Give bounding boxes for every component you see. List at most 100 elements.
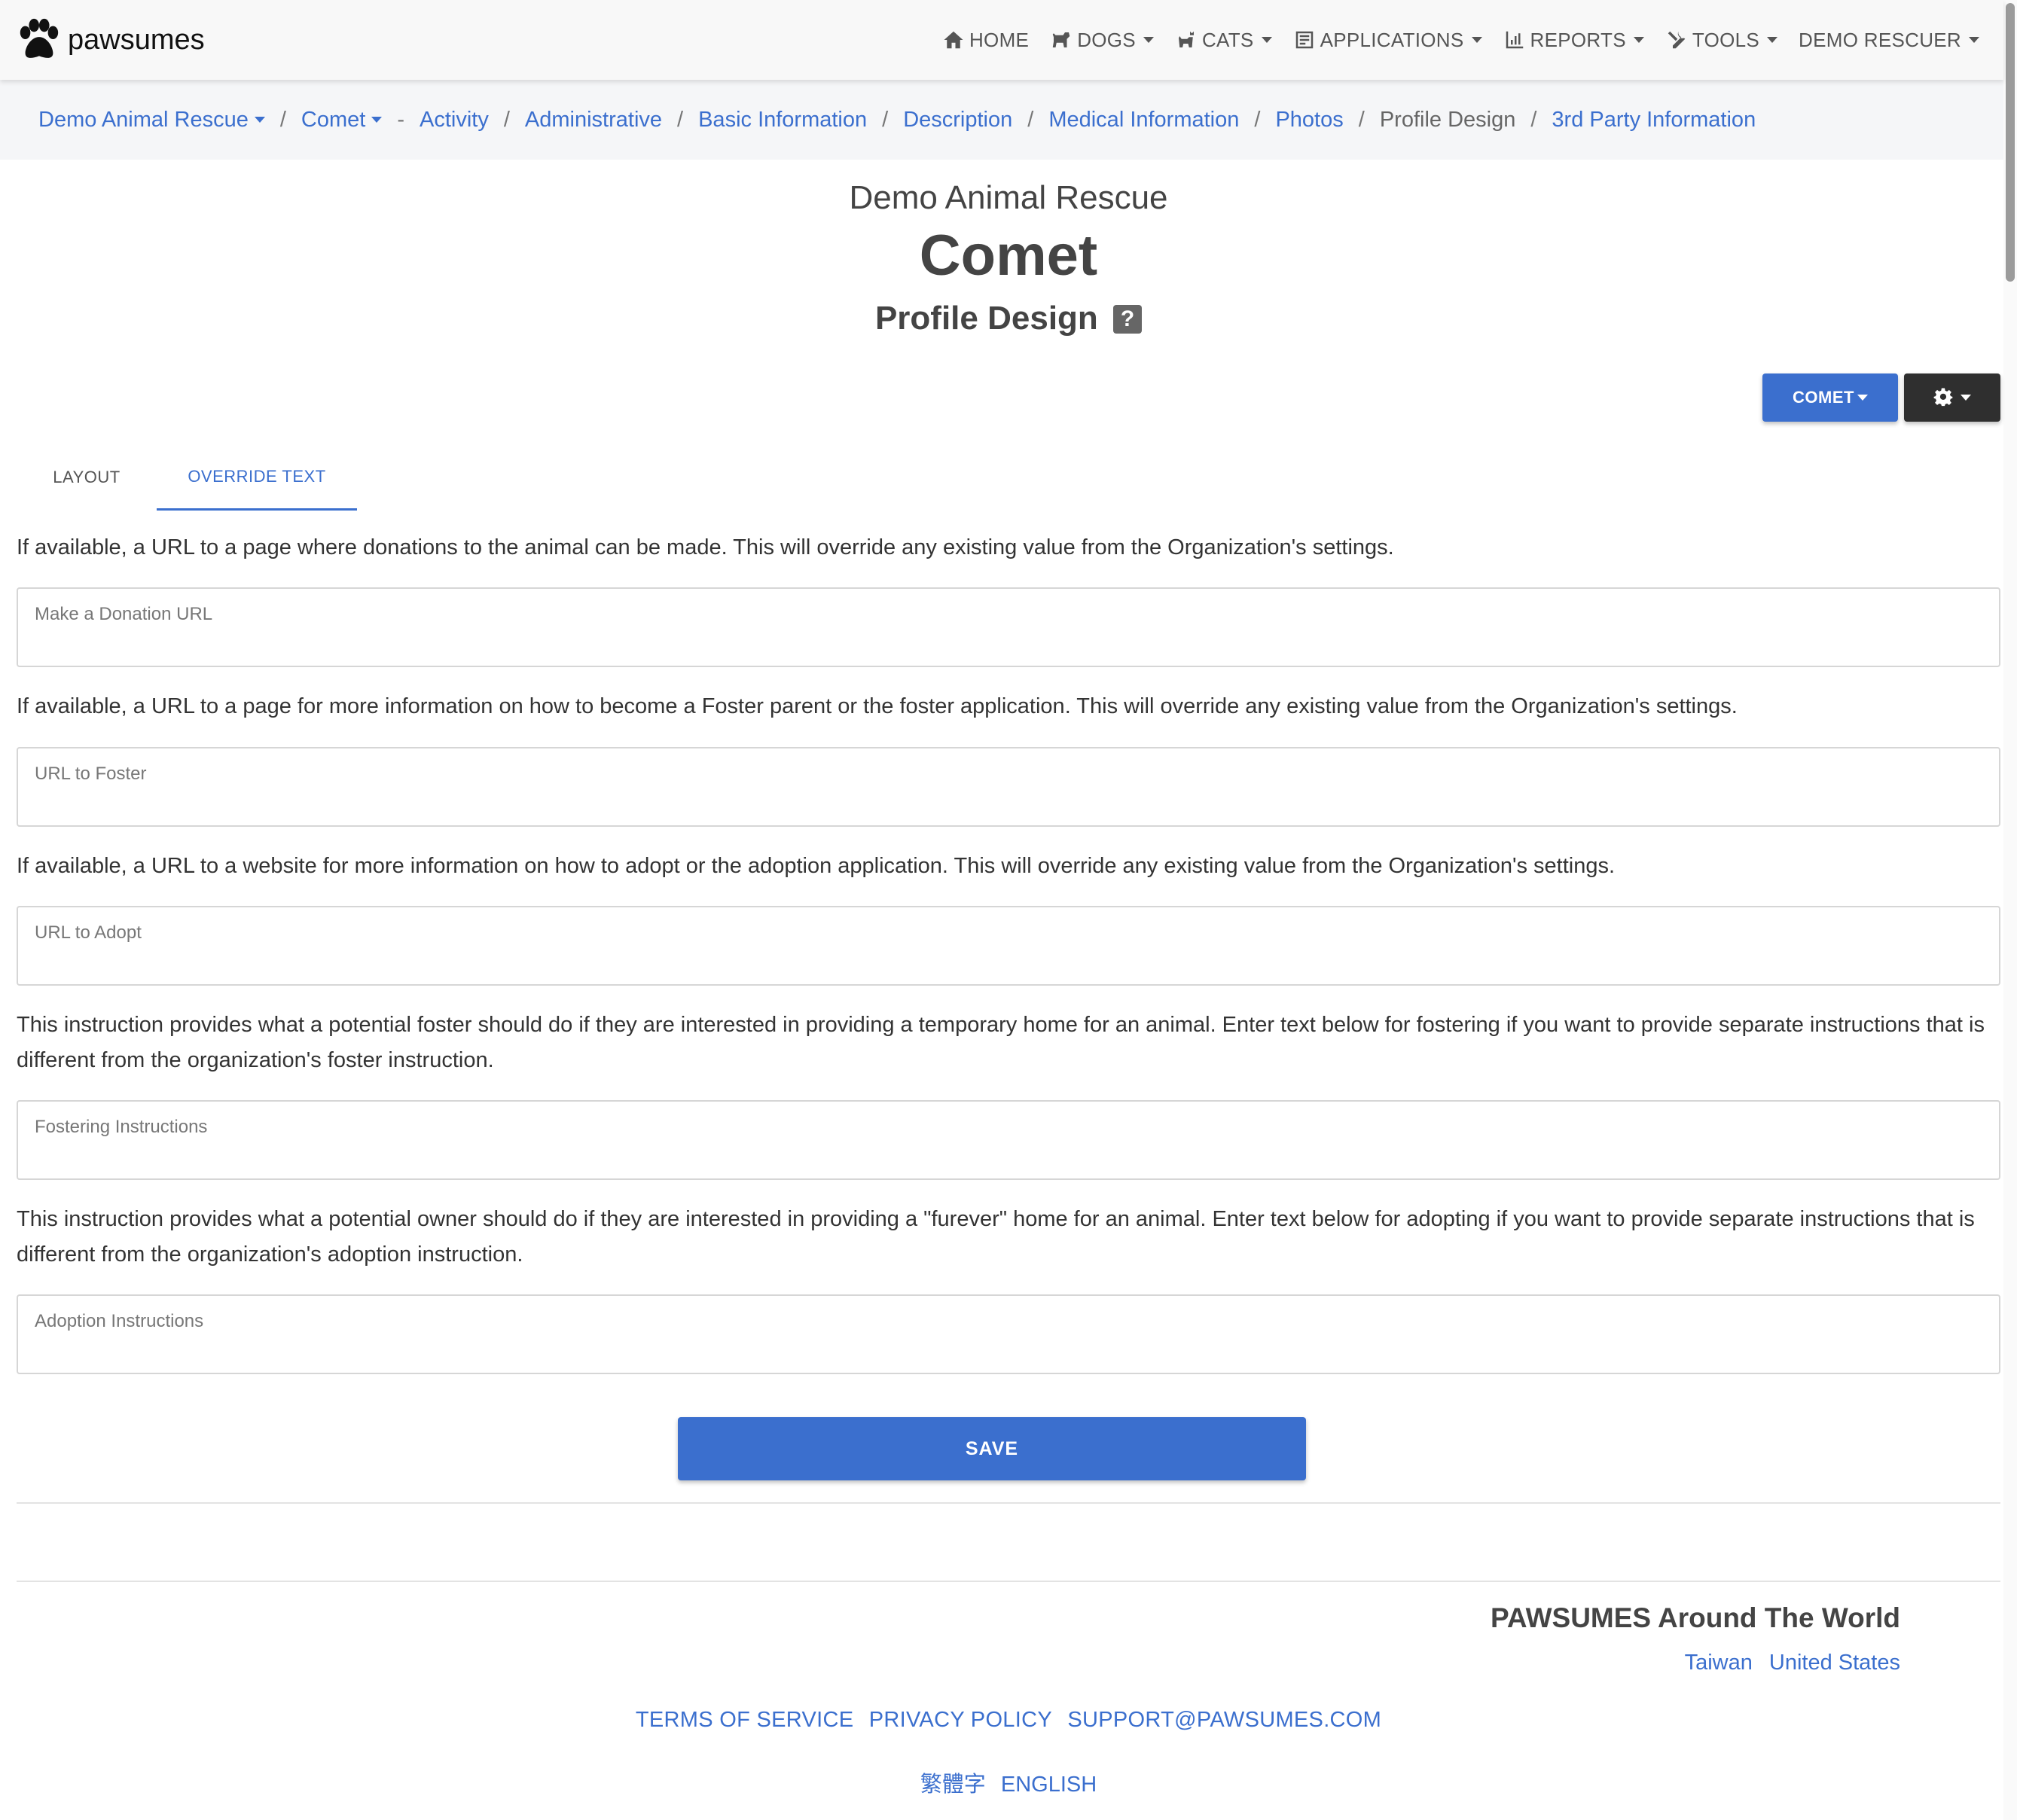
breadcrumb-dash: - bbox=[397, 107, 404, 132]
language-english[interactable]: ENGLISH bbox=[1001, 1773, 1097, 1797]
fostering-instructions-input[interactable] bbox=[35, 1144, 1978, 1171]
nav-home[interactable]: HOME bbox=[932, 29, 1039, 52]
country-link-taiwan[interactable]: Taiwan bbox=[1685, 1651, 1753, 1675]
breadcrumb-separator: / bbox=[503, 107, 510, 132]
nav-cats[interactable]: CATS bbox=[1164, 29, 1283, 52]
animal-name: Comet bbox=[919, 224, 1098, 288]
nav-tools-label: TOOLS bbox=[1692, 28, 1760, 51]
adopt-url-input[interactable] bbox=[35, 950, 1978, 977]
org-title: Demo Animal Rescue bbox=[849, 179, 1168, 216]
nav-home-label: HOME bbox=[969, 28, 1030, 51]
cat-icon bbox=[1178, 31, 1194, 47]
breadcrumb-separator: / bbox=[279, 107, 286, 132]
breadcrumb-animal[interactable]: Comet bbox=[301, 107, 383, 133]
breadcrumb-description[interactable]: Description bbox=[903, 108, 1012, 133]
terms-of-service-link[interactable]: TERMS OF SERVICE bbox=[636, 1708, 853, 1732]
tab-layout[interactable]: LAYOUT bbox=[17, 444, 157, 511]
nav-cats-label: CATS bbox=[1201, 28, 1254, 51]
adopt-url-field[interactable]: URL to Adopt bbox=[17, 906, 2000, 986]
nav-applications-label: APPLICATIONS bbox=[1320, 28, 1464, 51]
page-title-text: Profile Design bbox=[874, 300, 1098, 337]
save-button[interactable]: SAVE bbox=[678, 1417, 1306, 1480]
foster-url-input[interactable] bbox=[35, 791, 1978, 818]
chevron-down-icon bbox=[254, 117, 265, 123]
breadcrumb-org-label: Demo Animal Rescue bbox=[38, 107, 249, 132]
foster-url-label: URL to Foster bbox=[35, 764, 147, 784]
application-icon bbox=[1295, 31, 1313, 49]
language-links: 繁體字 ENGLISH bbox=[0, 1767, 2017, 1798]
breadcrumb-medical-information[interactable]: Medical Information bbox=[1048, 108, 1239, 133]
fostering-instructions-description: This instruction provides what a potenti… bbox=[17, 1013, 1985, 1072]
comet-button-label: COMET bbox=[1793, 388, 1854, 407]
adoption-instructions-field[interactable]: Adoption Instructions bbox=[17, 1294, 2000, 1374]
adoption-instructions-description: This instruction provides what a potenti… bbox=[17, 1207, 1975, 1267]
footer-links: TERMS OF SERVICE PRIVACY POLICY SUPPORT@… bbox=[0, 1708, 2017, 1733]
world-title: PAWSUMES Around The World bbox=[1490, 1602, 1900, 1633]
breadcrumb-3rd-party-information[interactable]: 3rd Party Information bbox=[1552, 108, 1756, 133]
gear-icon bbox=[1933, 388, 1953, 407]
nav-reports-label: REPORTS bbox=[1530, 28, 1626, 51]
breadcrumb-separator: / bbox=[1358, 107, 1365, 132]
breadcrumb-separator: / bbox=[677, 107, 684, 132]
nav-user-label: DEMO RESCUER bbox=[1799, 28, 1961, 51]
donation-url-field[interactable]: Make a Donation URL bbox=[17, 587, 2000, 667]
breadcrumb: Demo Animal Rescue / Comet - Activity / … bbox=[0, 80, 2003, 160]
breadcrumb-separator: / bbox=[882, 107, 889, 132]
divider bbox=[17, 1581, 2000, 1582]
breadcrumb-basic-information[interactable]: Basic Information bbox=[698, 108, 867, 133]
nav-dogs[interactable]: DOGS bbox=[1039, 29, 1164, 52]
nav-tools[interactable]: TOOLS bbox=[1655, 29, 1788, 52]
chevron-down-icon bbox=[1633, 37, 1644, 43]
breadcrumb-separator: / bbox=[1254, 107, 1261, 132]
foster-url-description: If available, a URL to a page for more i… bbox=[17, 694, 1738, 718]
chevron-down-icon bbox=[1969, 37, 1979, 43]
breadcrumb-animal-label: Comet bbox=[301, 107, 366, 132]
tab-override-text[interactable]: OVERRIDE TEXT bbox=[157, 444, 357, 511]
nav-user-menu[interactable]: DEMO RESCUER bbox=[1788, 29, 1990, 52]
breadcrumb-photos[interactable]: Photos bbox=[1275, 108, 1343, 133]
tab-bar: LAYOUT OVERRIDE TEXT bbox=[17, 444, 357, 511]
nav-applications[interactable]: APPLICATIONS bbox=[1283, 29, 1493, 52]
breadcrumb-separator: / bbox=[1027, 107, 1034, 132]
chart-icon bbox=[1506, 31, 1523, 49]
fostering-instructions-field[interactable]: Fostering Instructions bbox=[17, 1100, 2000, 1180]
chevron-down-icon bbox=[1767, 37, 1778, 43]
fostering-instructions-label: Fostering Instructions bbox=[35, 1117, 208, 1137]
breadcrumb-administrative[interactable]: Administrative bbox=[525, 108, 662, 133]
settings-dropdown-button[interactable] bbox=[1904, 373, 2000, 422]
breadcrumb-current: Profile Design bbox=[1379, 107, 1516, 132]
breadcrumb-separator: / bbox=[1530, 107, 1537, 132]
donation-url-description: If available, a URL to a page where dona… bbox=[17, 535, 1394, 559]
page-title: Profile Design ? bbox=[0, 300, 2017, 337]
nav-reports[interactable]: REPORTS bbox=[1493, 29, 1655, 52]
comet-dropdown-button[interactable]: COMET bbox=[1762, 373, 1898, 422]
adoption-instructions-label: Adoption Instructions bbox=[35, 1311, 204, 1331]
chevron-down-icon bbox=[1471, 37, 1482, 43]
country-links: Taiwan United States bbox=[1685, 1651, 1900, 1675]
adoption-instructions-input[interactable] bbox=[35, 1338, 1978, 1365]
dog-icon bbox=[1052, 32, 1070, 47]
support-email-link[interactable]: SUPPORT@PAWSUMES.COM bbox=[1067, 1708, 1381, 1732]
privacy-policy-link[interactable]: PRIVACY POLICY bbox=[869, 1708, 1052, 1732]
brand-name: pawsumes bbox=[68, 23, 205, 56]
chevron-down-icon bbox=[1857, 395, 1868, 401]
foster-url-field[interactable]: URL to Foster bbox=[17, 747, 2000, 827]
brand-logo[interactable]: pawsumes bbox=[15, 17, 205, 63]
chevron-down-icon bbox=[1261, 37, 1272, 43]
donation-url-input[interactable] bbox=[35, 631, 1978, 658]
nav-menu: HOME DOGS CATS APPLICATIONS REPORTS TOOL… bbox=[932, 0, 1990, 80]
breadcrumb-activity[interactable]: Activity bbox=[420, 108, 489, 133]
language-traditional-chinese[interactable]: 繁體字 bbox=[920, 1773, 986, 1797]
donation-url-label: Make a Donation URL bbox=[35, 604, 213, 624]
chevron-down-icon bbox=[371, 117, 383, 123]
adopt-url-label: URL to Adopt bbox=[35, 922, 142, 943]
country-link-united-states[interactable]: United States bbox=[1769, 1651, 1900, 1675]
help-icon[interactable]: ? bbox=[1113, 305, 1143, 334]
paw-icon bbox=[20, 18, 59, 58]
chevron-down-icon bbox=[1961, 395, 1971, 401]
home-icon bbox=[944, 31, 963, 49]
top-navbar: pawsumes HOME DOGS CATS APPLICATIONS REP… bbox=[0, 0, 2003, 80]
adopt-url-description: If available, a URL to a website for mor… bbox=[17, 854, 1616, 878]
tools-icon bbox=[1668, 31, 1686, 49]
breadcrumb-org[interactable]: Demo Animal Rescue bbox=[38, 108, 265, 133]
